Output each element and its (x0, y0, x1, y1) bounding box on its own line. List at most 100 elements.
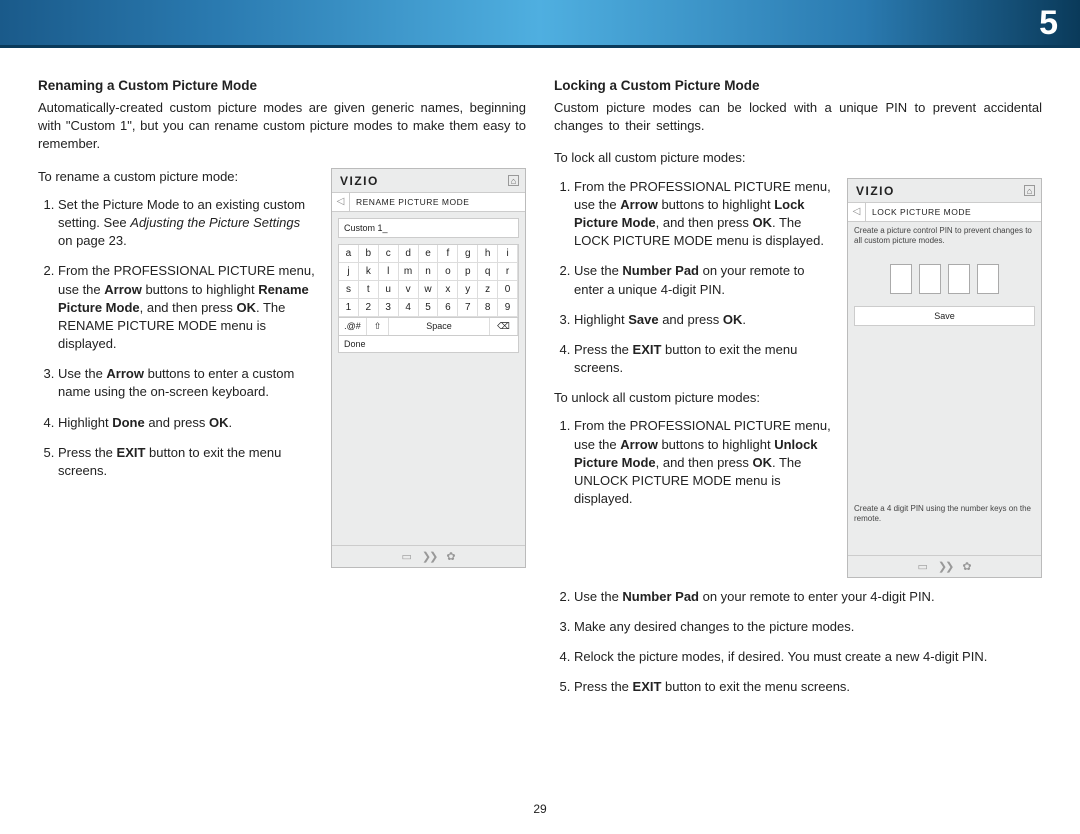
back-icon: ◁ (332, 193, 350, 211)
key: t (359, 281, 379, 299)
tv-brand: VIZIO (856, 184, 1024, 198)
tv-subtitle: LOCK PICTURE MODE (866, 203, 1041, 221)
key: s (339, 281, 359, 299)
key: l (379, 263, 399, 281)
tv-subtitle: RENAME PICTURE MODE (350, 193, 525, 211)
key: 8 (478, 299, 498, 317)
step: Use the Arrow buttons to enter a custom … (58, 365, 317, 401)
tv-icon: ✿ (962, 560, 971, 573)
key: x (438, 281, 458, 299)
step: Press the EXIT button to exit the menu s… (574, 678, 1042, 696)
name-preview: Custom 1_ (338, 218, 519, 238)
home-icon: ⌂ (508, 175, 519, 186)
key: i (498, 245, 518, 263)
page-content: Renaming a Custom Picture Mode Automatic… (0, 48, 1080, 728)
tv-bottom-icons: ▭ ❯❯ ✿ (332, 545, 525, 567)
lead-in: To rename a custom picture mode: (38, 168, 317, 186)
tv-icon: ▭ (917, 560, 927, 573)
key: 6 (438, 299, 458, 317)
key: d (399, 245, 419, 263)
tv-bottom-icons: ▭ ❯❯ ✿ (848, 555, 1041, 577)
step: From the PROFESSIONAL PICTURE menu, use … (574, 178, 833, 251)
shift-key: ⇧ (367, 318, 389, 335)
key: 1 (339, 299, 359, 317)
chapter-number: 5 (1039, 4, 1058, 43)
header-bar: 5 (0, 0, 1080, 48)
left-column: Renaming a Custom Picture Mode Automatic… (38, 78, 526, 708)
key: e (419, 245, 439, 263)
lock-desc: Create a picture control PIN to prevent … (854, 226, 1035, 247)
key: z (478, 281, 498, 299)
key: m (399, 263, 419, 281)
key: c (379, 245, 399, 263)
save-button: Save (854, 306, 1035, 326)
intro-paragraph: Custom picture modes can be locked with … (554, 99, 1042, 135)
unlock-steps-cont: Use the Number Pad on your remote to ent… (554, 588, 1042, 697)
key: w (419, 281, 439, 299)
tv-icon: ❯❯ (938, 560, 952, 573)
backspace-key: ⌫ (490, 318, 518, 335)
key: 7 (458, 299, 478, 317)
key: 0 (498, 281, 518, 299)
key: 9 (498, 299, 518, 317)
home-icon: ⌂ (1024, 185, 1035, 196)
key: 3 (379, 299, 399, 317)
key: f (438, 245, 458, 263)
key: 5 (419, 299, 439, 317)
back-icon: ◁ (848, 203, 866, 221)
key: p (458, 263, 478, 281)
pin-box (977, 264, 999, 294)
tv-icon: ▭ (401, 550, 411, 563)
tv-icon: ✿ (446, 550, 455, 563)
step: Highlight Done and press OK. (58, 414, 317, 432)
pin-box (948, 264, 970, 294)
key: j (339, 263, 359, 281)
key: 4 (399, 299, 419, 317)
section-title-lock: Locking a Custom Picture Mode (554, 78, 1042, 93)
key: y (458, 281, 478, 299)
step: Use the Number Pad on your remote to ent… (574, 262, 833, 298)
key: u (379, 281, 399, 299)
keyboard-grid: abcdefghi jklmnopqr stuvwxyz0 123456789 (338, 244, 519, 318)
keyboard-bottom: .@# ⇧ Space ⌫ (338, 318, 519, 336)
key: v (399, 281, 419, 299)
lock-mockup: VIZIO ⌂ ◁ LOCK PICTURE MODE Create a pic… (847, 178, 1042, 578)
right-column: Locking a Custom Picture Mode Custom pic… (554, 78, 1042, 708)
done-key: Done (338, 336, 519, 353)
lock-steps: From the PROFESSIONAL PICTURE menu, use … (554, 178, 833, 378)
pin-box (919, 264, 941, 294)
step: Set the Picture Mode to an existing cust… (58, 196, 317, 251)
unlock-steps: From the PROFESSIONAL PICTURE menu, use … (554, 417, 833, 508)
step: Highlight Save and press OK. (574, 311, 833, 329)
tv-brand: VIZIO (340, 174, 508, 188)
step: Press the EXIT button to exit the menu s… (58, 444, 317, 480)
step: From the PROFESSIONAL PICTURE menu, use … (58, 262, 317, 353)
lock-lead: To lock all custom picture modes: (554, 149, 1042, 167)
space-key: Space (389, 318, 490, 335)
page-number: 29 (533, 802, 546, 816)
key: a (339, 245, 359, 263)
symbols-key: .@# (339, 318, 367, 335)
key: b (359, 245, 379, 263)
step: From the PROFESSIONAL PICTURE menu, use … (574, 417, 833, 508)
step: Relock the picture modes, if desired. Yo… (574, 648, 1042, 666)
pin-row (848, 264, 1041, 294)
rename-steps: Set the Picture Mode to an existing cust… (38, 196, 317, 480)
unlock-lead: To unlock all custom picture modes: (554, 389, 833, 407)
key: o (438, 263, 458, 281)
key: g (458, 245, 478, 263)
step: Make any desired changes to the picture … (574, 618, 1042, 636)
rename-mockup: VIZIO ⌂ ◁ RENAME PICTURE MODE Custom 1_ … (331, 168, 526, 568)
key: q (478, 263, 498, 281)
step: Use the Number Pad on your remote to ent… (574, 588, 1042, 606)
step: Press the EXIT button to exit the menu s… (574, 341, 833, 377)
key: h (478, 245, 498, 263)
key: n (419, 263, 439, 281)
key: 2 (359, 299, 379, 317)
lock-hint: Create a 4 digit PIN using the number ke… (854, 504, 1035, 525)
intro-paragraph: Automatically-created custom picture mod… (38, 99, 526, 154)
key: k (359, 263, 379, 281)
key: r (498, 263, 518, 281)
section-title-rename: Renaming a Custom Picture Mode (38, 78, 526, 93)
tv-icon: ❯❯ (422, 550, 436, 563)
